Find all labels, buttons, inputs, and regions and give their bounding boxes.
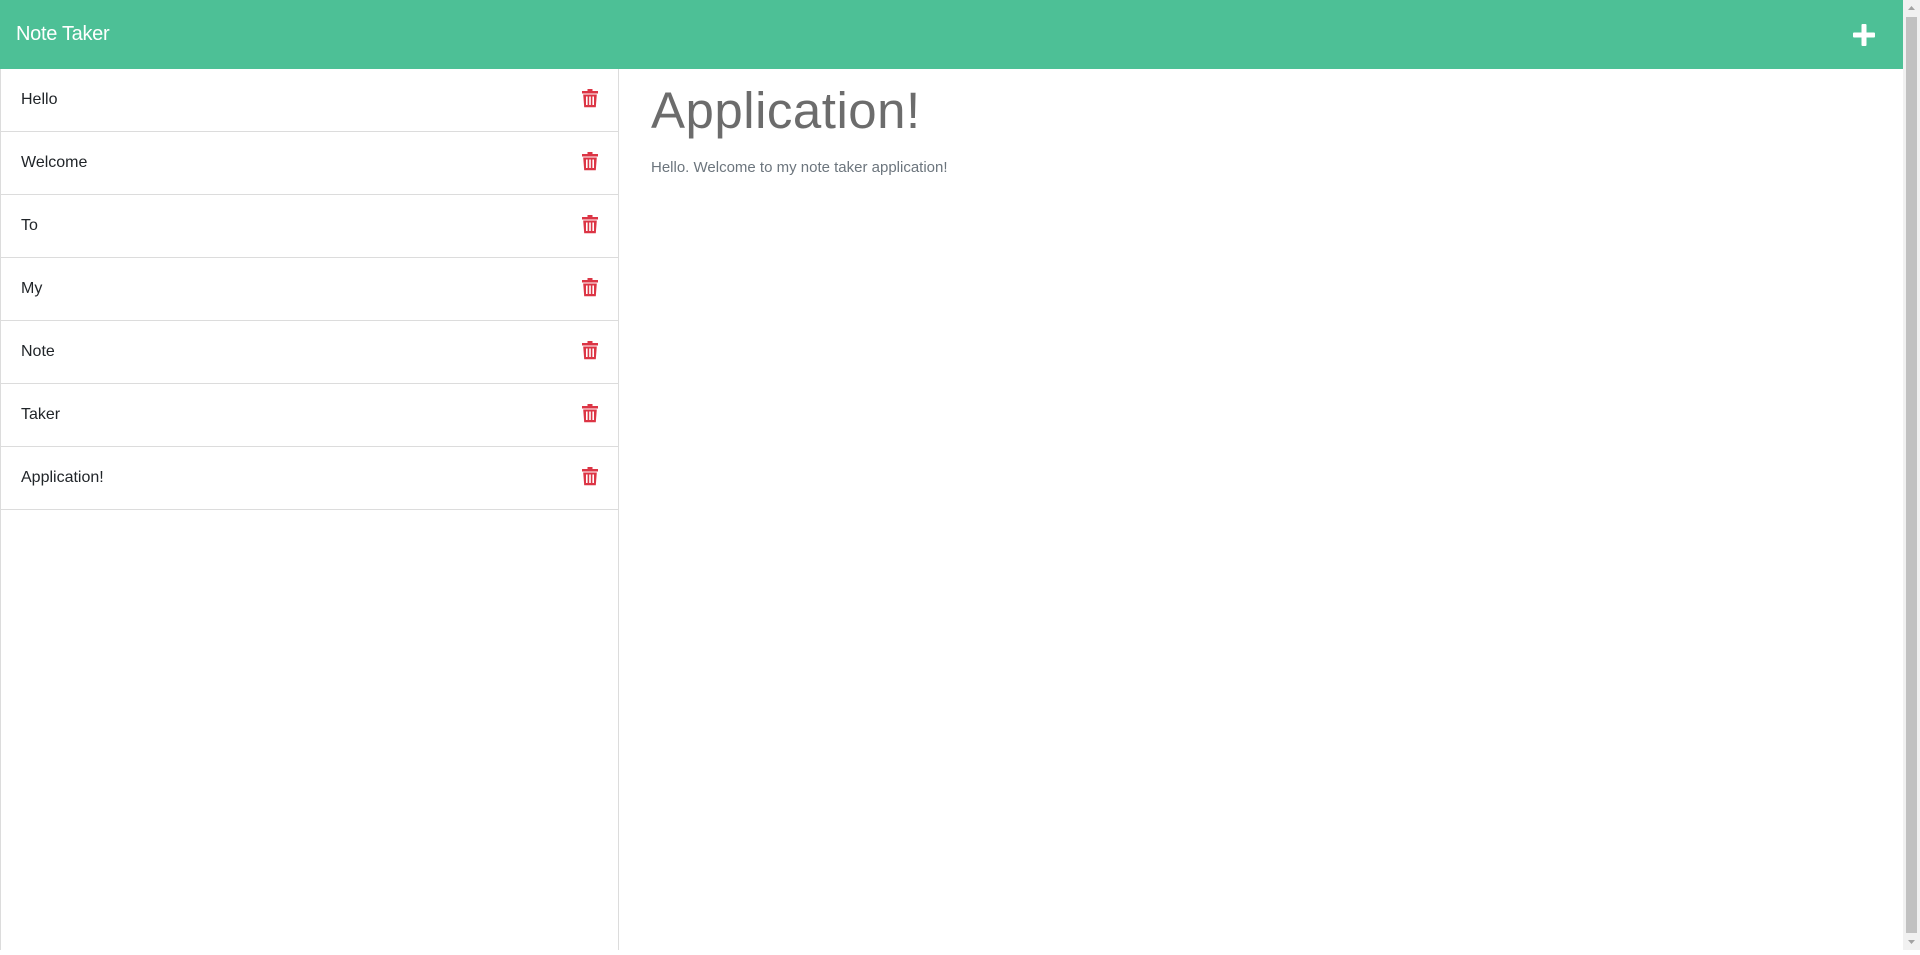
list-item[interactable]: Note [1,321,618,384]
scroll-up-arrow[interactable] [1903,0,1920,17]
trash-icon [582,466,598,485]
note-title: To [21,217,38,234]
list-item[interactable]: Taker [1,384,618,447]
trash-icon [582,340,598,359]
plus-icon [1853,23,1875,46]
trash-icon [582,277,598,296]
note-title-field[interactable]: Application! [651,79,1903,143]
note-title: Welcome [21,154,88,171]
delete-note-button[interactable] [580,465,600,487]
vertical-scrollbar[interactable] [1903,0,1920,950]
list-item[interactable]: Application! [1,447,618,510]
brand-title[interactable]: Note Taker [16,23,110,46]
list-item[interactable]: My [1,258,618,321]
list-item[interactable]: To [1,195,618,258]
navbar: Note Taker [0,0,1903,69]
trash-icon [582,214,598,233]
delete-note-button[interactable] [580,150,600,172]
note-title: Note [21,343,55,360]
note-list: Hello Welcome To My Note Taker Applicati… [1,69,618,510]
note-title: Hello [21,91,58,108]
list-item[interactable]: Welcome [1,132,618,195]
note-list-panel: Hello Welcome To My Note Taker Applicati… [0,69,619,950]
delete-note-button[interactable] [580,87,600,109]
delete-note-button[interactable] [580,213,600,235]
trash-icon [582,88,598,107]
list-item[interactable]: Hello [1,69,618,132]
note-view: Application! Hello. Welcome to my note t… [619,69,1903,950]
note-title: Taker [21,406,61,423]
note-title: My [21,280,43,297]
scrollbar-thumb[interactable] [1906,17,1917,933]
delete-note-button[interactable] [580,276,600,298]
caret-up-icon [1908,6,1915,10]
note-title: Application! [21,469,104,486]
caret-down-icon [1908,940,1915,944]
scroll-down-arrow[interactable] [1903,933,1920,950]
trash-icon [582,403,598,422]
trash-icon [582,151,598,170]
delete-note-button[interactable] [580,339,600,361]
note-text-field[interactable]: Hello. Welcome to my note taker applicat… [651,159,1903,176]
new-note-button[interactable] [1844,15,1884,55]
delete-note-button[interactable] [580,402,600,424]
